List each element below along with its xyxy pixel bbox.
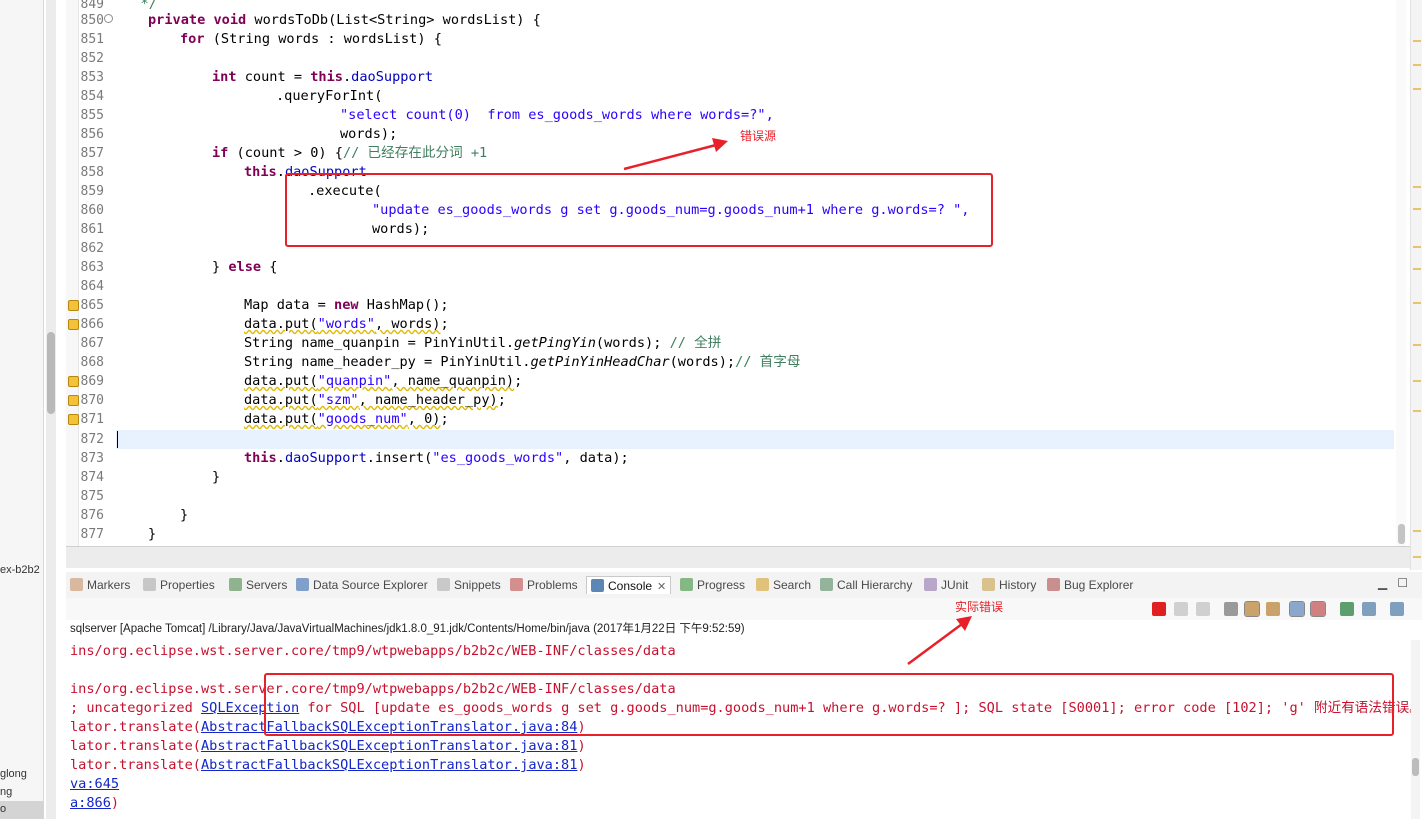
actual-error-arrow xyxy=(907,616,972,666)
error-source-arrow xyxy=(623,138,728,171)
annotation-arrows xyxy=(623,138,972,666)
